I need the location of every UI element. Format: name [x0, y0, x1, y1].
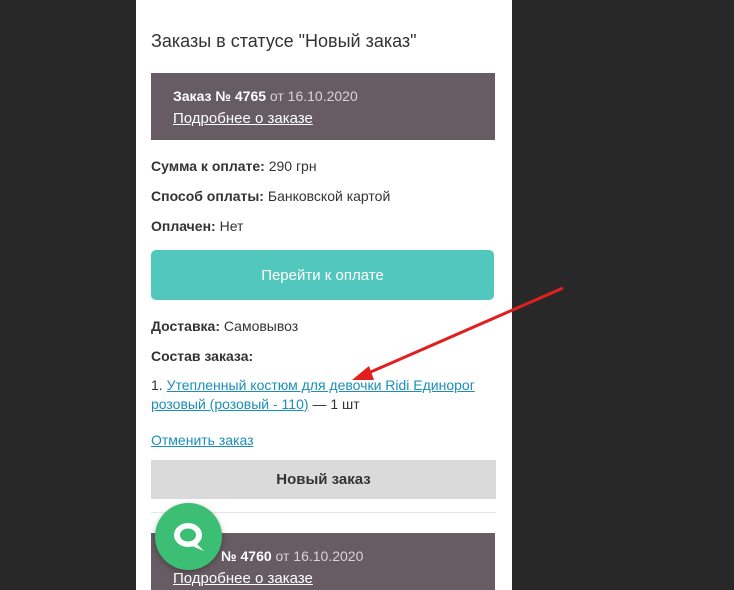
paid-row: Оплачен: Нет	[151, 218, 243, 234]
chat-bubble-icon	[173, 522, 204, 551]
list-item: 1. Утепленный костюм для девочки Ridi Ед…	[151, 376, 481, 414]
item-index: 1.	[151, 377, 163, 393]
order-details-link-2[interactable]: Подробнее о заказе	[173, 570, 313, 587]
sum-row: Сумма к оплате: 290 грн	[151, 158, 317, 174]
paid-value: Нет	[219, 218, 244, 234]
order-date-2: от 16.10.2020	[275, 548, 364, 564]
cancel-order-link[interactable]: Отменить заказ	[151, 432, 254, 448]
section-title: Заказы в статусе "Новый заказ"	[151, 31, 417, 51]
order-number-2: № 4760	[221, 548, 272, 564]
order-header: Заказ № 4765 от 16.10.2020 Подробнее о з…	[151, 73, 495, 140]
order-details-link[interactable]: Подробнее о заказе	[173, 110, 313, 127]
delivery-row: Доставка: Самовывоз	[151, 318, 298, 334]
orders-panel: Заказы в статусе "Новый заказ" Заказ № 4…	[136, 0, 512, 590]
order-items-list: 1. Утепленный костюм для девочки Ridi Ед…	[151, 376, 481, 414]
order-date: от 16.10.2020	[269, 88, 358, 104]
composition-row: Состав заказа:	[151, 348, 253, 364]
sum-value: 290 грн	[268, 158, 317, 174]
order-status-badge: Новый заказ	[151, 460, 496, 499]
sum-label: Сумма к оплате:	[151, 158, 265, 174]
chat-button[interactable]	[155, 503, 222, 570]
pay-button[interactable]: Перейти к оплате	[151, 250, 494, 300]
payment-method-row: Способ оплаты: Банковской картой	[151, 188, 390, 204]
composition-label: Состав заказа:	[151, 348, 254, 364]
order-number: Заказ № 4765	[173, 88, 267, 104]
delivery-value: Самовывоз	[223, 318, 299, 334]
payment-method-label: Способ оплаты:	[151, 188, 264, 204]
delivery-label: Доставка:	[151, 318, 221, 334]
payment-method-value: Банковской картой	[267, 188, 391, 204]
item-qty: — 1 шт	[312, 396, 360, 412]
paid-label: Оплачен:	[151, 218, 216, 234]
